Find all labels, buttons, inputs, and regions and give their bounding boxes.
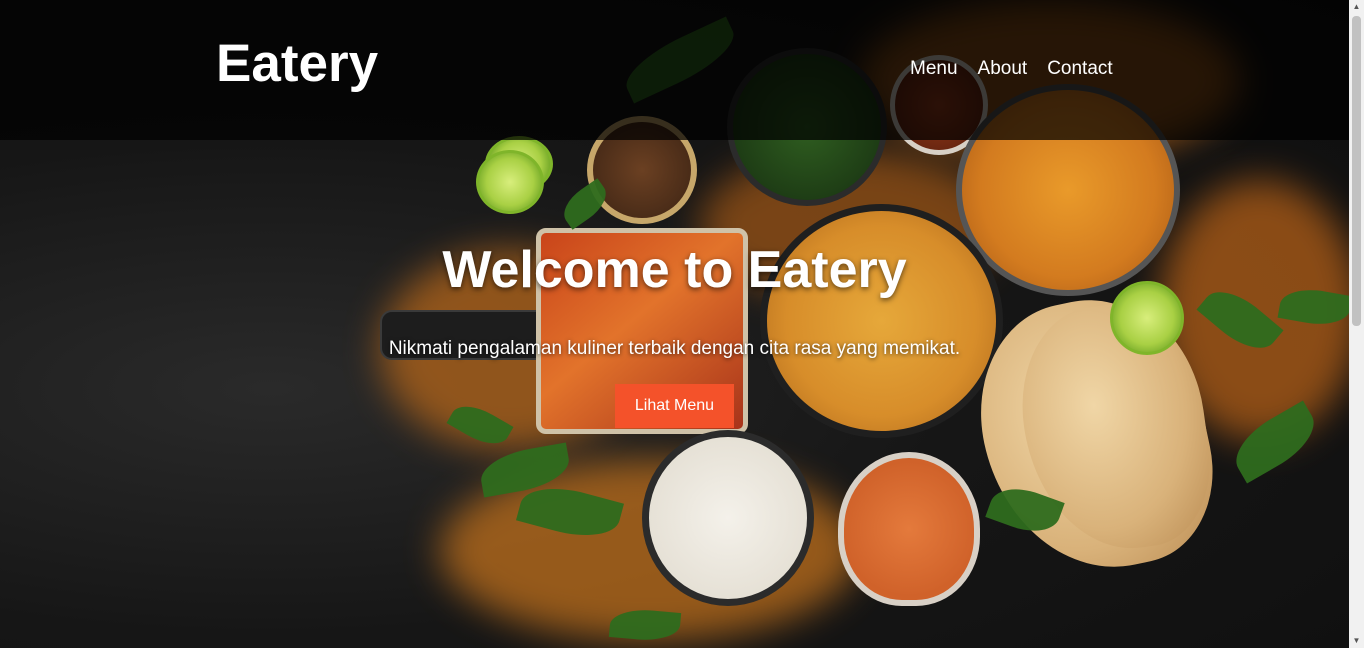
site-logo[interactable]: Eatery xyxy=(216,33,378,94)
view-menu-button[interactable]: Lihat Menu xyxy=(615,384,734,428)
page-scrollbar[interactable]: ▲ ▼ xyxy=(1349,0,1364,648)
site-header: Eatery Menu About Contact xyxy=(0,0,1349,140)
main-nav: Menu About Contact xyxy=(910,58,1113,80)
scroll-up-arrow-icon[interactable]: ▲ xyxy=(1349,0,1364,14)
nav-link-about[interactable]: About xyxy=(978,58,1028,80)
scroll-thumb[interactable] xyxy=(1352,16,1361,326)
scroll-down-arrow-icon[interactable]: ▼ xyxy=(1349,634,1364,648)
hero-title: Welcome to Eatery xyxy=(442,241,907,299)
nav-link-contact[interactable]: Contact xyxy=(1047,58,1112,80)
hero-subtitle: Nikmati pengalaman kuliner terbaik denga… xyxy=(388,338,961,359)
page-viewport: Eatery Menu About Contact Welcome to Eat… xyxy=(0,0,1349,648)
nav-link-menu[interactable]: Menu xyxy=(910,58,958,80)
